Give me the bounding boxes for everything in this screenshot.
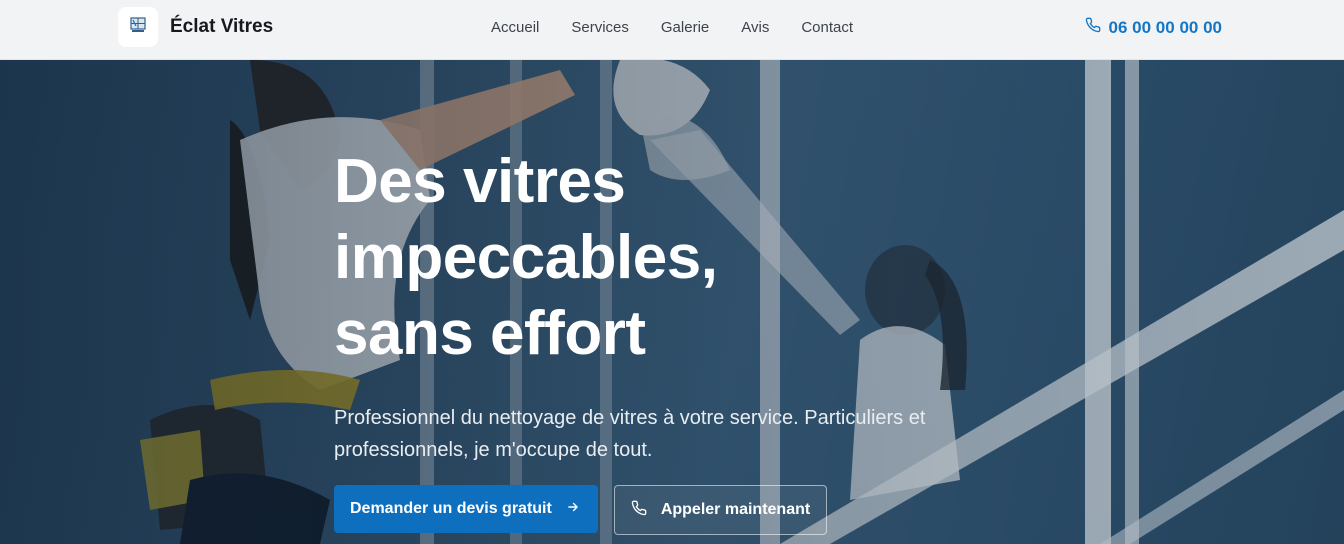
call-now-button[interactable]: Appeler maintenant <box>613 485 828 535</box>
logo[interactable] <box>118 7 158 47</box>
hero-actions: Demander un devis gratuit Appeler mainte… <box>334 485 828 535</box>
main-nav: Accueil Services Galerie Avis Contact <box>491 19 885 36</box>
hero-title: Des vitres impeccables, sans effort <box>334 144 1034 372</box>
hero-content: Des vitres impeccables, sans effort Prof… <box>334 144 1034 466</box>
nav-item-contact[interactable]: Contact <box>801 19 853 36</box>
phone-icon <box>631 500 647 521</box>
site-header: Éclat Vitres Accueil Services Galerie Av… <box>0 0 1344 60</box>
request-quote-label: Demander un devis gratuit <box>350 500 552 517</box>
nav-item-accueil[interactable]: Accueil <box>491 19 539 36</box>
header-phone-link[interactable]: 06 00 00 00 00 <box>1085 17 1222 38</box>
nav-item-avis[interactable]: Avis <box>741 19 769 36</box>
nav-item-services[interactable]: Services <box>571 19 629 36</box>
brand-name[interactable]: Éclat Vitres <box>170 16 273 38</box>
arrow-right-icon <box>566 500 580 519</box>
call-now-label: Appeler maintenant <box>660 501 811 518</box>
hero-title-line: Des vitres <box>334 147 626 216</box>
request-quote-button[interactable]: Demander un devis gratuit <box>334 485 598 533</box>
nav-item-galerie[interactable]: Galerie <box>661 19 709 36</box>
hero-title-line: impeccables, <box>334 223 718 292</box>
phone-icon <box>1085 17 1101 38</box>
hero-section: Des vitres impeccables, sans effort Prof… <box>0 60 1344 544</box>
phone-number: 06 00 00 00 00 <box>1108 17 1222 37</box>
hero-title-line: sans effort <box>334 299 646 368</box>
window-logo-icon <box>130 16 146 38</box>
hero-subtitle: Professionnel du nettoyage de vitres à v… <box>334 407 926 461</box>
